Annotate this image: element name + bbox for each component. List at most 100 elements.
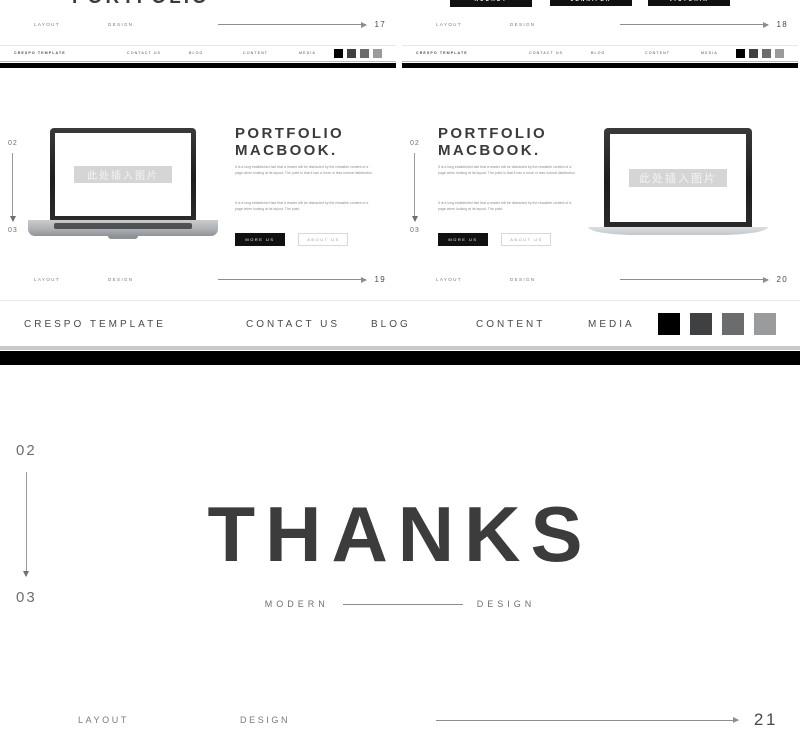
name-chip-victoria[interactable]: VICTORIA [648,0,730,6]
more-us-button[interactable]: MORE US [438,233,488,246]
slide-canvas: CRESPO TEMPLATE CONTACT US BLOG CONTENT … [0,300,800,751]
step-to: 03 [410,227,420,234]
navbar-items: CRESPO TEMPLATE CONTACT US BLOG CONTENT … [416,51,732,55]
slide-title: OUR STYLE PORTFOLIO [72,0,210,9]
slide-canvas: 02 03 此处插入图片 PORTFOLIO MACBOOK. It is a … [0,100,396,295]
thanks-sub-left: MODERN [264,599,329,609]
laptop-screen: 此处插入图片 [610,134,746,222]
page-number: 21 [753,710,778,729]
page-number: 19 [374,275,386,284]
navbar-items: CRESPO TEMPLATE CONTACT US BLOG CONTENT … [14,51,330,55]
slide-paragraph-1: It is a long established fact that a rea… [438,165,576,176]
nav-item-media[interactable]: MEDIA [701,51,718,55]
slide-canvas: OUR STYLE PORTFOLIO It is a long establi… [0,0,396,68]
swatch-2[interactable] [690,313,712,335]
slide-footer: LAYOUT DESIGN 19 [34,275,386,284]
swatch-1[interactable] [334,48,343,58]
nav-item-contact-us[interactable]: CONTACT US [529,51,591,55]
step-from: 02 [16,442,37,459]
color-swatches [648,313,776,335]
nav-item-blog[interactable]: BLOG [371,319,476,330]
button-group: MORE US ABOUT US [438,228,552,246]
thanks-subtitle: MODERN DESIGN [0,599,800,609]
footer-arrow-line [620,276,768,283]
laptop-screen: 此处插入图片 [55,133,191,216]
slide-our-style-portfolio[interactable]: OUR STYLE PORTFOLIO It is a long establi… [0,0,396,68]
footer-layout-label: LAYOUT [436,22,462,27]
more-us-button[interactable]: MORE US [235,233,285,246]
nav-item-contact-us[interactable]: CONTACT US [246,319,371,330]
slide-title-line2: MACBOOK. [235,141,338,159]
nav-item-blog[interactable]: BLOG [591,51,645,55]
swatch-3[interactable] [762,48,771,58]
page-number: 17 [374,20,386,29]
nav-item-media[interactable]: MEDIA [299,51,316,55]
name-chip-group: AUDREY JENNIFER VICTORIA [450,0,730,7]
page-number: 18 [776,20,788,29]
about-us-button[interactable]: ABOUT US [298,233,349,246]
step-from: 02 [410,140,420,147]
slide-team-names[interactable]: AUDREY JENNIFER VICTORIA LAYOUT DESIGN 1… [402,0,798,68]
slide-title-line1: PORTFOLIO [235,125,345,142]
nav-item-contact-us[interactable]: CONTACT US [127,51,189,55]
thanks-block: THANKS MODERN DESIGN [0,495,800,609]
swatch-3[interactable] [722,313,744,335]
footer-arrow-line [620,21,768,28]
swatch-2[interactable] [347,48,356,58]
navbar: CRESPO TEMPLATE CONTACT US BLOG CONTENT … [0,45,396,60]
nav-item-brand[interactable]: CRESPO TEMPLATE [416,51,529,55]
footer-design-label: DESIGN [240,715,291,725]
swatch-1[interactable] [658,313,680,335]
thanks-heading: THANKS [207,490,593,578]
image-placeholder[interactable]: 此处插入图片 [629,169,727,187]
slide-paragraph-1: It is a long established fact that a rea… [235,165,373,176]
nav-item-content[interactable]: CONTENT [476,319,588,330]
name-chip-audrey[interactable]: AUDREY [450,0,532,7]
laptop-base [28,220,218,236]
about-us-button[interactable]: ABOUT US [501,233,552,246]
laptop-lid: 此处插入图片 [604,128,752,228]
page-number: 20 [776,275,788,284]
navbar-black-bar [402,63,798,68]
swatch-1[interactable] [736,48,745,58]
nav-item-media[interactable]: MEDIA [588,319,635,330]
swatch-3[interactable] [360,48,369,58]
step-indicator: 02 03 [8,140,18,234]
slide-canvas: AUDREY JENNIFER VICTORIA LAYOUT DESIGN 1… [402,0,798,68]
slide-portfolio-macbook-right[interactable]: 02 03 PORTFOLIO MACBOOK. It is a long es… [402,100,798,295]
footer-layout-label: LAYOUT [34,22,60,27]
footer-layout-label: LAYOUT [436,277,462,282]
laptop-base [588,227,768,235]
nav-item-blog[interactable]: BLOG [189,51,243,55]
nav-item-brand[interactable]: CRESPO TEMPLATE [24,319,246,330]
footer-arrow-line [218,276,366,283]
step-to: 03 [8,227,18,234]
slide-footer: LAYOUT DESIGN 21 [78,710,778,730]
slide-portfolio-macbook-left[interactable]: 02 03 此处插入图片 PORTFOLIO MACBOOK. It is a … [0,100,396,295]
swatch-4[interactable] [373,48,382,58]
swatch-2[interactable] [749,48,758,58]
footer-arrow-line [218,21,366,28]
nav-item-brand[interactable]: CRESPO TEMPLATE [14,51,127,55]
slide-title-line2: MACBOOK. [438,141,541,159]
nav-item-content[interactable]: CONTENT [243,51,299,55]
laptop-lid: 此处插入图片 [50,128,196,221]
laptop-keyboard [54,223,192,229]
swatch-4[interactable] [754,313,776,335]
footer-arrow-line [436,717,739,723]
laptop-foot [108,236,138,239]
name-chip-jennifer[interactable]: JENNIFER [550,0,632,6]
navbar: CRESPO TEMPLATE CONTACT US BLOG CONTENT … [402,45,798,60]
swatch-4[interactable] [775,48,784,58]
slide-footer: LAYOUT DESIGN 18 [436,20,788,29]
navbar-black-bar [0,63,396,68]
nav-item-content[interactable]: CONTENT [645,51,701,55]
navbar-black-bar [0,351,800,365]
thanks-divider [342,603,463,605]
image-placeholder[interactable]: 此处插入图片 [74,166,172,183]
slide-thanks[interactable]: CRESPO TEMPLATE CONTACT US BLOG CONTENT … [0,300,800,751]
footer-layout-label: LAYOUT [78,715,129,725]
slide-title-line1: PORTFOLIO [438,125,548,142]
slide-gutter [396,0,402,295]
step-indicator: 02 03 [410,140,420,234]
